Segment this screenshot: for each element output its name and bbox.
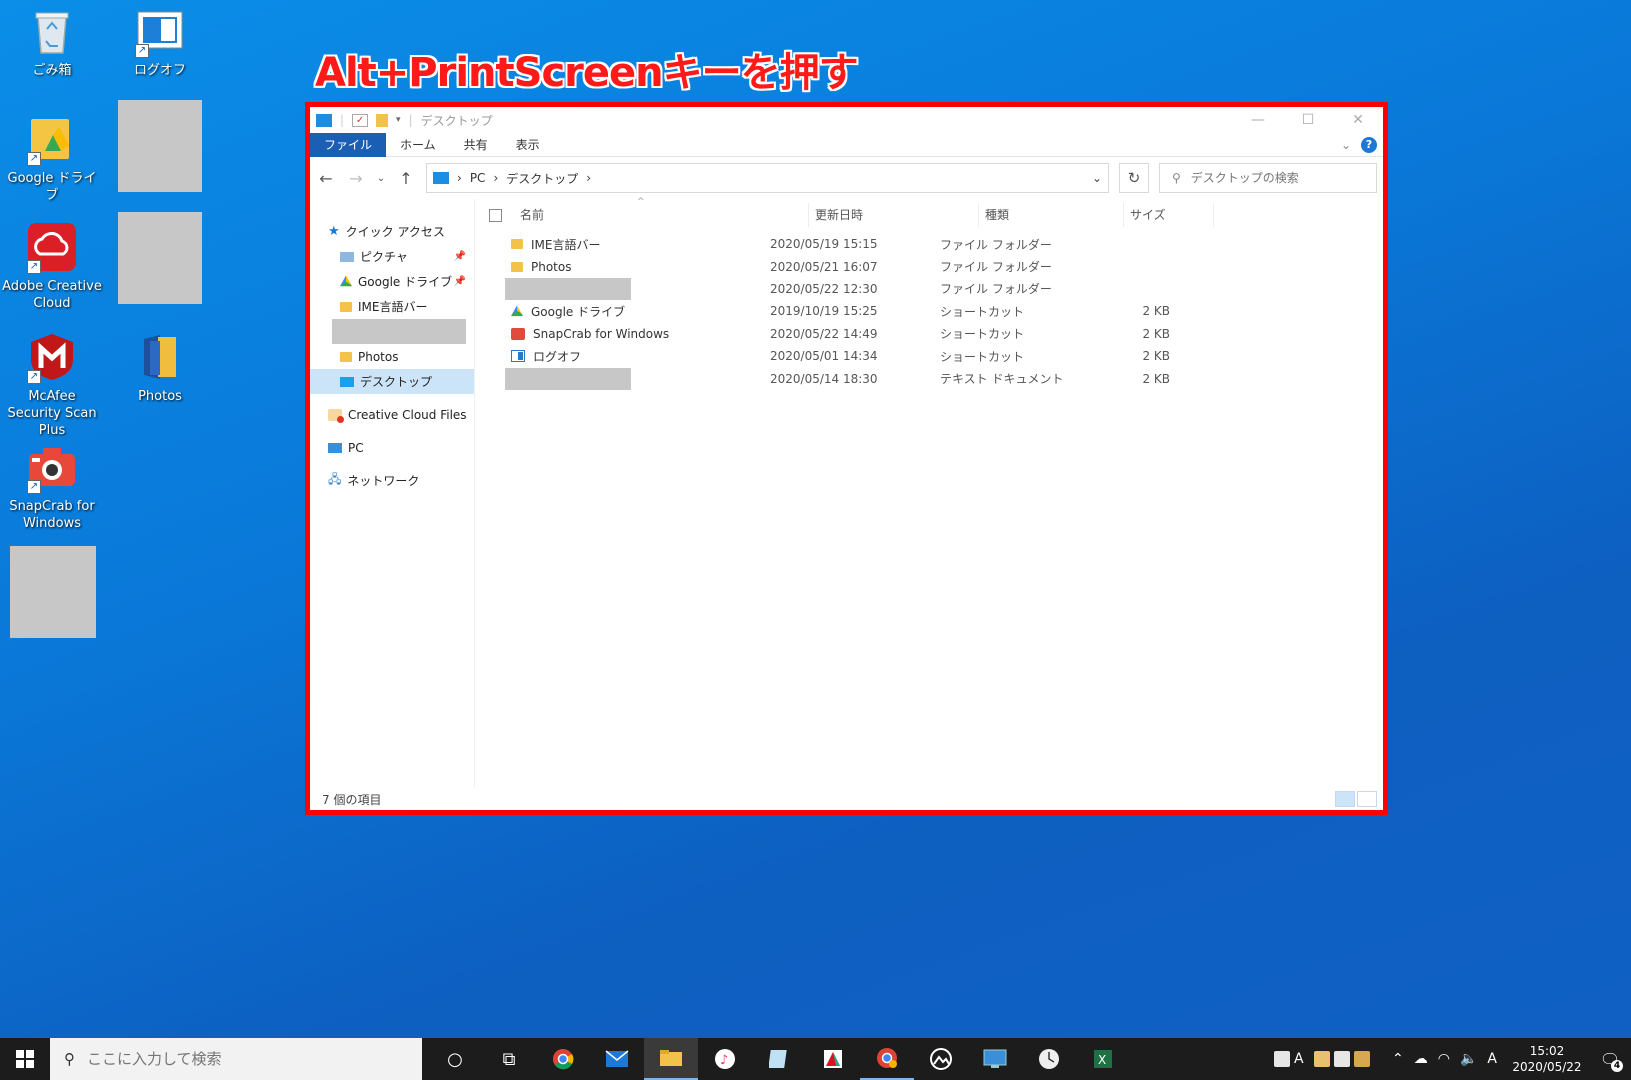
google-drive-icon: ↗ [25,112,79,166]
remote-desktop-icon[interactable] [968,1038,1022,1080]
clock-time: 15:02 [1529,1044,1565,1058]
tray-app-icons: A [1274,1051,1371,1067]
wifi-icon[interactable]: ◠ [1438,1051,1450,1067]
shortcut-arrow-icon: ↗ [27,152,41,166]
clock-date: 2020/05/22 [1512,1060,1582,1074]
cortana-icon[interactable]: ○ [428,1038,482,1080]
tray-app-icon[interactable] [1314,1051,1331,1067]
action-center-button[interactable]: 🗨 4 [1597,1048,1623,1072]
app-icon-red[interactable] [806,1038,860,1080]
volume-icon[interactable]: 🔈 [1460,1051,1477,1067]
annotation-headline: Alt+PrintScreenキーを押す [315,50,859,96]
redacted-desktop-icon [118,100,202,192]
red-highlight-frame [305,102,1388,815]
file-explorer-icon[interactable] [644,1038,698,1080]
shortcut-arrow-icon: ↗ [27,480,41,494]
desktop-icon-label: Adobe Creative Cloud [2,279,102,311]
excel-icon[interactable]: X [1076,1038,1130,1080]
svg-text:♪: ♪ [720,1053,728,1068]
chrome-icon[interactable] [536,1038,590,1080]
clock[interactable]: 15:02 2020/05/22 [1507,1043,1587,1075]
adobe-creative-cloud-icon: ↗ [25,220,79,274]
snapcrab-icon: ↗ [25,440,79,494]
svg-text:X: X [1098,1053,1106,1067]
chrome-alt-icon[interactable] [860,1038,914,1080]
tray-ime-icon[interactable]: A [1294,1051,1310,1067]
logoff-icon: ↗ [133,4,187,58]
recycle-bin-icon [25,4,79,58]
tray-app-icon[interactable] [1354,1051,1371,1067]
desktop-icon-label: Google ドライブ [7,171,97,203]
taskbar-search-input[interactable] [87,1050,387,1068]
system-tray: A ⌃ ☁ ◠ 🔈 A 15:02 2020/05/22 🗨 4 [1274,1043,1631,1075]
desktop-icon-adobe-cc[interactable]: ↗ Adobe Creative Cloud [2,220,102,312]
tray-app-icon[interactable] [1334,1051,1351,1067]
shortcut-arrow-icon: ↗ [27,260,41,274]
windows-logo-icon [16,1050,34,1068]
show-hidden-icons-chevron-icon[interactable]: ⌃ [1392,1051,1404,1067]
desktop-icon-label: McAfee Security Scan Plus [7,389,97,438]
taskbar: ⚲ ○ ⧉ ♪ X A ⌃ ☁ ◠ 🔈 A 15:02 2020/05/22 [0,1038,1631,1080]
desktop-icon-label: ごみ箱 [32,63,72,78]
taskbar-search[interactable]: ⚲ [50,1038,422,1080]
shortcut-arrow-icon: ↗ [135,44,149,58]
search-icon: ⚲ [64,1050,75,1068]
ime-mode-indicator[interactable]: A [1487,1051,1497,1067]
redacted-desktop-icon [118,212,202,304]
desktop-icon-label: SnapCrab for Windows [9,499,95,531]
mail-icon[interactable] [590,1038,644,1080]
task-view-icon[interactable]: ⧉ [482,1038,536,1080]
folder-icon [133,330,187,384]
notification-count-badge: 4 [1611,1060,1623,1072]
tray-app-icon[interactable] [1274,1051,1291,1067]
desktop-icon-snapcrab[interactable]: ↗ SnapCrab for Windows [2,440,102,532]
shortcut-arrow-icon: ↗ [27,370,41,384]
desktop-icon-logoff[interactable]: ↗ ログオフ [110,4,210,79]
onedrive-cloud-icon[interactable]: ☁ [1414,1051,1428,1067]
desktop-icon-google-drive[interactable]: ↗ Google ドライブ [2,112,102,204]
desktop-icon-label: ログオフ [133,63,186,78]
start-button[interactable] [0,1038,50,1080]
photos-app-icon[interactable] [914,1038,968,1080]
clock-app-icon[interactable] [1022,1038,1076,1080]
notepad-icon[interactable] [752,1038,806,1080]
redacted-desktop-icon [10,546,96,638]
itunes-icon[interactable]: ♪ [698,1038,752,1080]
desktop-icon-label: Photos [138,389,182,404]
mcafee-icon: ↗ [25,330,79,384]
desktop-icon-photos[interactable]: Photos [110,330,210,405]
desktop-icon-recycle-bin[interactable]: ごみ箱 [2,4,102,79]
desktop-icon-mcafee[interactable]: ↗ McAfee Security Scan Plus [2,330,102,439]
